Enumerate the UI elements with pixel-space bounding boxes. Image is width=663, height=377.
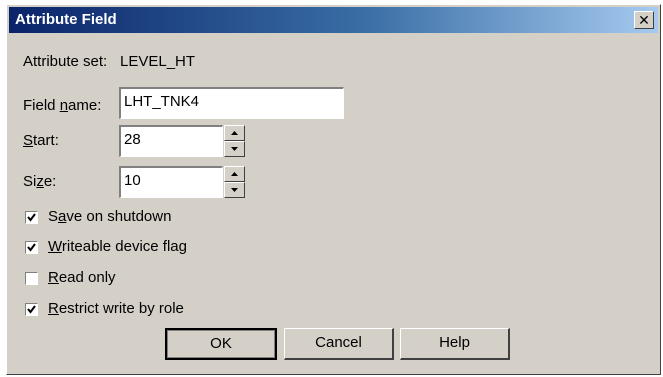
attribute-set-label: Attribute set: [23, 53, 108, 70]
checkmark-icon [27, 243, 36, 252]
start-spin-down-button[interactable] [224, 141, 245, 157]
size-input[interactable]: 10 [119, 166, 223, 198]
arrow-down-icon [231, 147, 238, 151]
writeable-device-flag-checkbox[interactable] [25, 241, 38, 254]
arrow-down-icon [231, 188, 238, 192]
field-name-label: Field name: [23, 97, 102, 114]
size-spin-up-button[interactable] [224, 166, 245, 182]
size-spin-down-button[interactable] [224, 182, 245, 198]
cancel-button[interactable]: Cancel [284, 328, 394, 360]
close-button[interactable]: ✕ [634, 11, 654, 29]
writeable-device-flag-label[interactable]: Writeable device flag [48, 238, 187, 255]
start-label: Start: [23, 132, 59, 149]
checkmark-icon [27, 213, 36, 222]
start-spin-up-button[interactable] [224, 125, 245, 141]
checkmark-icon [27, 305, 36, 314]
field-name-input[interactable]: LHT_TNK4 [119, 87, 344, 119]
read-only-label[interactable]: Read only [48, 269, 116, 286]
help-button[interactable]: Help [400, 328, 510, 360]
attribute-set-value: LEVEL_HT [120, 53, 196, 70]
attribute-field-dialog: Attribute Field ✕ Attribute set: LEVEL_H… [6, 4, 661, 375]
title-bar[interactable]: Attribute Field ✕ [9, 7, 658, 33]
ok-button[interactable]: OK [165, 328, 277, 360]
size-label: Size: [23, 173, 57, 190]
arrow-up-icon [231, 131, 238, 135]
start-input[interactable]: 28 [119, 125, 223, 157]
restrict-write-by-role-label[interactable]: Restrict write by role [48, 300, 184, 317]
read-only-checkbox[interactable] [25, 272, 38, 285]
close-icon: ✕ [638, 12, 650, 28]
arrow-up-icon [231, 172, 238, 176]
restrict-write-by-role-checkbox[interactable] [25, 303, 38, 316]
save-on-shutdown-checkbox[interactable] [25, 211, 38, 224]
save-on-shutdown-label[interactable]: Save on shutdown [48, 208, 171, 225]
window-title: Attribute Field [15, 11, 117, 28]
